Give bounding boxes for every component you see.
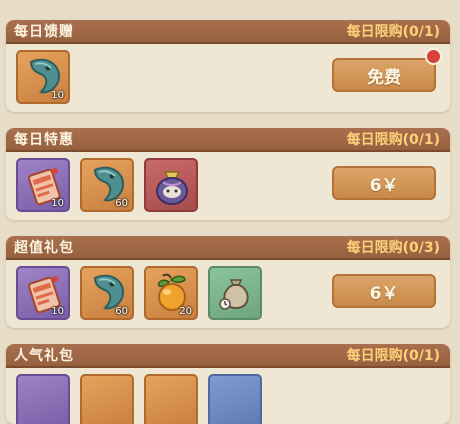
purchase-limit: 每日限购(0/3): [346, 240, 440, 256]
pack-card-header: 超值礼包 每日限购(0/3): [6, 236, 450, 260]
reward-item-ticket[interactable]: 10: [16, 266, 70, 320]
pack-card-header: 每日特惠 每日限购(0/1): [6, 128, 450, 152]
reward-item-teal-fish[interactable]: 60: [80, 266, 134, 320]
item-quantity: 20: [179, 306, 192, 317]
purchase-limit: 每日限购(0/1): [346, 348, 440, 364]
pack-card-popular-pack: 人气礼包 每日限购(0/1): [6, 344, 450, 424]
pack-card-daily-special: 每日特惠 每日限购(0/1) 10 60 6￥: [6, 128, 450, 220]
reward-item-ticket[interactable]: 10: [16, 158, 70, 212]
item-quantity: 10: [51, 198, 64, 209]
buy-button[interactable]: 6￥: [332, 166, 436, 200]
sack-icon: [219, 279, 249, 310]
item-quantity: 60: [115, 198, 128, 209]
reward-item-partial[interactable]: [80, 374, 134, 424]
reward-item-treasure-bag[interactable]: [144, 158, 198, 212]
pack-title: 超值礼包: [14, 240, 74, 256]
reward-item-teal-fish[interactable]: 10: [16, 50, 70, 104]
reward-item-sack[interactable]: [208, 266, 262, 320]
reward-item-partial[interactable]: [16, 374, 70, 424]
pack-card-value-pack: 超值礼包 每日限购(0/3) 10 60 20 6￥: [6, 236, 450, 328]
reward-item-orange-fruit[interactable]: 20: [144, 266, 198, 320]
item-quantity: 10: [51, 306, 64, 317]
pack-title: 人气礼包: [14, 348, 74, 364]
pack-title: 每日馈赠: [14, 24, 74, 40]
item-quantity: 10: [51, 90, 64, 101]
pack-card-header: 每日馈赠 每日限购(0/1): [6, 20, 450, 44]
reward-item-partial[interactable]: [144, 374, 198, 424]
purchase-limit: 每日限购(0/1): [346, 132, 440, 148]
notification-dot: [425, 48, 442, 65]
purchase-limit: 每日限购(0/1): [346, 24, 440, 40]
pack-title: 每日特惠: [14, 132, 74, 148]
reward-item-partial[interactable]: [208, 374, 262, 424]
pack-card-header: 人气礼包 每日限购(0/1): [6, 344, 450, 368]
reward-item-teal-fish[interactable]: 60: [80, 158, 134, 212]
item-quantity: 60: [115, 306, 128, 317]
buy-button[interactable]: 6￥: [332, 274, 436, 308]
claim-free-button[interactable]: 免费: [332, 58, 436, 92]
treasure-bag-icon: [156, 171, 188, 205]
pack-card-daily-gift: 每日馈赠 每日限购(0/1) 10 免费: [6, 20, 450, 112]
